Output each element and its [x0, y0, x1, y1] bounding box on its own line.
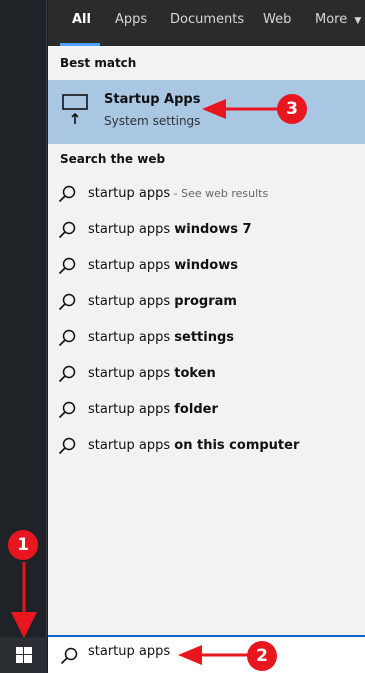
web-result-suffix: windows 7 — [174, 222, 252, 237]
web-result-suffix: windows — [174, 258, 238, 273]
annotation-badge-2: 2 — [247, 641, 277, 671]
web-result-row[interactable]: startup apps folder — [48, 392, 365, 428]
web-result-row[interactable]: startup apps program — [48, 284, 365, 320]
web-result-text: startup apps folder — [88, 402, 218, 417]
search-icon — [58, 401, 76, 419]
web-result-row[interactable]: startup apps windows 7 — [48, 212, 365, 248]
web-result-query: startup apps — [88, 294, 175, 309]
tab-all[interactable]: All — [72, 12, 91, 27]
tab-web[interactable]: Web — [263, 12, 291, 27]
web-result-suffix: folder — [174, 402, 218, 417]
search-icon — [58, 185, 76, 203]
startup-apps-icon — [62, 94, 88, 124]
search-icon — [60, 647, 78, 665]
web-result-row[interactable]: startup apps - See web results — [48, 176, 365, 212]
windows-logo-icon — [15, 647, 32, 663]
annotation-badge-3: 3 — [277, 94, 307, 124]
web-result-query: startup apps — [88, 258, 175, 273]
best-match-heading: Best match — [60, 56, 137, 70]
web-result-text: startup apps program — [88, 294, 237, 309]
web-result-suffix: settings — [174, 330, 235, 345]
web-result-query: startup apps — [88, 402, 175, 417]
web-result-query: startup apps — [88, 330, 175, 345]
web-result-suffix: token — [174, 366, 216, 381]
tab-apps[interactable]: Apps — [115, 12, 147, 27]
search-icon — [58, 257, 76, 275]
tab-more[interactable]: More ▼ — [315, 12, 361, 27]
annotation-arrow-1-icon — [11, 562, 37, 638]
search-icon — [58, 437, 76, 455]
web-result-query: startup apps — [88, 186, 171, 201]
web-result-text: startup apps - See web results — [88, 186, 268, 201]
annotation-arrow-3-icon — [202, 99, 280, 119]
web-result-query: startup apps — [88, 438, 175, 453]
web-result-suffix: program — [174, 294, 237, 309]
web-result-text: startup apps windows 7 — [88, 222, 252, 237]
web-heading: Search the web — [60, 152, 166, 166]
web-result-row[interactable]: startup apps on this computer — [48, 428, 365, 464]
web-result-text: startup apps token — [88, 366, 216, 381]
web-result-text: startup apps settings — [88, 330, 234, 345]
web-result-query: startup apps — [88, 222, 175, 237]
search-icon — [58, 365, 76, 383]
web-result-text: startup apps windows — [88, 258, 238, 273]
search-icon — [58, 221, 76, 239]
tab-documents[interactable]: Documents — [170, 12, 244, 27]
web-result-text: startup apps on this computer — [88, 438, 299, 453]
results-panel: Best match Startup Apps System settings … — [48, 46, 365, 635]
web-result-row[interactable]: startup apps settings — [48, 320, 365, 356]
best-match-title: Startup Apps — [104, 92, 201, 107]
web-result-suffix: on this computer — [174, 438, 300, 453]
web-result-query: startup apps — [88, 366, 175, 381]
start-button[interactable] — [0, 637, 47, 673]
tab-more-label: More — [315, 12, 348, 27]
web-result-hint: - See web results — [170, 187, 269, 200]
chevron-down-icon: ▼ — [354, 16, 362, 26]
web-result-row[interactable]: startup apps windows — [48, 248, 365, 284]
search-icon — [58, 329, 76, 347]
best-match-subtitle: System settings — [104, 114, 201, 128]
web-result-row[interactable]: startup apps token — [48, 356, 365, 392]
annotation-badge-1: 1 — [8, 530, 38, 560]
search-icon — [58, 293, 76, 311]
search-tabs: All Apps Documents Web More ▼ — [48, 0, 365, 46]
annotation-arrow-2-icon — [178, 645, 254, 665]
